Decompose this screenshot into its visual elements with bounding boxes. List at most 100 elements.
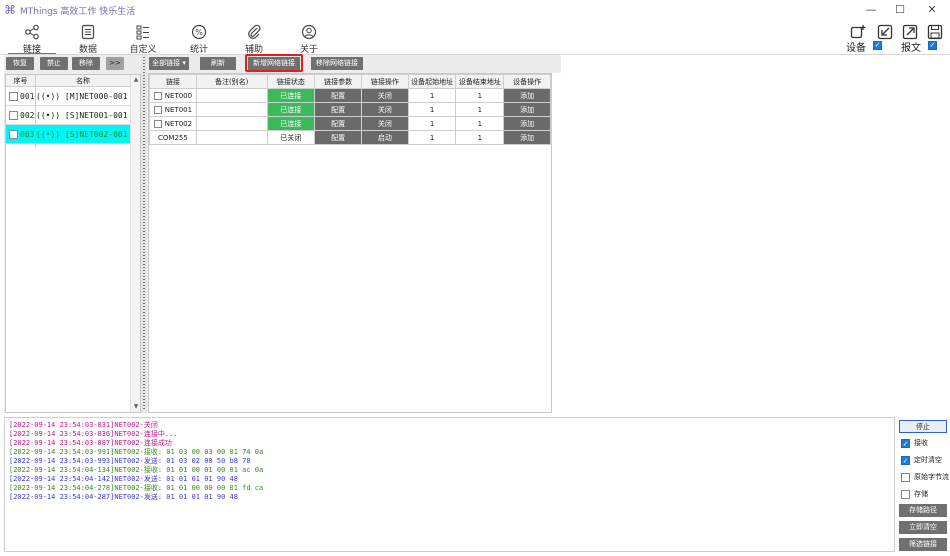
vertical-scrollbar[interactable]: ▲ ▼ (130, 75, 140, 412)
list-item[interactable]: 001 ((•)) [M]NET000-001 (6, 87, 130, 106)
splitter-grip (143, 57, 145, 411)
stop-button[interactable]: 停止 (899, 420, 947, 433)
note-cell[interactable] (195, 88, 268, 103)
row-checkbox[interactable] (153, 91, 162, 100)
link-cell[interactable]: NET002 (149, 116, 197, 131)
all-links-label: 全部链接 (152, 59, 181, 67)
tab-custom[interactable]: 自定义 (117, 24, 169, 55)
refresh-button[interactable]: 刷新 (200, 57, 236, 70)
log-line: [2022-09-14 23:54:04-142]NET002-发送: 01 0… (9, 475, 238, 483)
end-address-cell[interactable]: 1 (455, 88, 505, 103)
remove-network-link-button[interactable]: 移除网络链接 (311, 57, 363, 70)
all-links-dropdown[interactable]: 全部链接 ▾ (149, 57, 189, 70)
store-label: 存储 (914, 490, 928, 498)
config-button[interactable]: 配置 (314, 116, 362, 131)
save-icon[interactable] (927, 24, 943, 40)
note-cell[interactable] (195, 130, 268, 145)
timed-clear-checkbox[interactable]: ✓ 定时清空 (899, 454, 947, 466)
close-button[interactable]: ✕ (917, 0, 947, 20)
message-log[interactable]: [2022-09-14 23:54:03-831]NET002-关闭 [2022… (4, 417, 895, 552)
maximize-button[interactable]: ☐ (885, 0, 915, 20)
link-cell[interactable]: COM255 (149, 130, 197, 145)
link-table-panel: 全部链接 ▾ 刷新 新增网络链接 移除网络链接 链接 备注(别名) 链接状态 链… (147, 54, 561, 413)
config-button[interactable]: 配置 (314, 102, 362, 117)
add-device-button[interactable]: 添加 (503, 116, 551, 131)
tab-link[interactable]: 链接 (6, 24, 58, 55)
col-name-header: 名称 (76, 77, 90, 85)
close-link-button[interactable]: 关闭 (360, 88, 409, 103)
config-button[interactable]: 配置 (314, 88, 362, 103)
tab-stats[interactable]: % 统计 (173, 24, 225, 55)
message-toggle-label: 报文 (901, 43, 921, 54)
store-path-button[interactable]: 存储路径 (899, 504, 947, 517)
row-index: 001 (20, 92, 35, 101)
note-cell[interactable] (195, 102, 268, 117)
device-list-panel: 恢复 禁止 移除 >> 序号 名称 001 ((•)) [M]NET000-00… (4, 55, 141, 413)
config-button[interactable]: 配置 (314, 130, 362, 145)
tab-about[interactable]: 关于 (283, 24, 335, 55)
start-address-cell[interactable]: 1 (407, 102, 457, 117)
svg-text:%: % (195, 28, 203, 37)
ribbon: 链接 数据 自定义 % 统计 辅助 关于 (0, 20, 950, 55)
row-checkbox[interactable] (9, 130, 18, 139)
restore-button[interactable]: 恢复 (6, 57, 34, 70)
log-line: [2022-09-14 23:54:03-831]NET002-关闭 (9, 421, 158, 429)
col-end-header: 设备结束地址 (455, 74, 505, 89)
link-cell[interactable]: NET000 (149, 88, 197, 103)
clear-now-button[interactable]: 立即清空 (899, 521, 947, 534)
start-address-cell[interactable]: 1 (407, 88, 457, 103)
add-device-button[interactable]: 添加 (503, 88, 551, 103)
start-link-button[interactable]: 启动 (360, 130, 409, 145)
link-cell[interactable]: NET001 (149, 102, 197, 117)
start-address-cell[interactable]: 1 (407, 130, 457, 145)
start-address-cell[interactable]: 1 (407, 116, 457, 131)
list-item[interactable]: 002 ((•)) [S]NET001-001 (6, 106, 130, 125)
table-row[interactable]: NET001 已连接 配置 关闭 1 1 添加 (149, 102, 551, 117)
device-toggle-checkbox[interactable]: ✓ (873, 41, 882, 50)
link-table: 链接 备注(别名) 链接状态 链接参数 链接操作 设备起始地址 设备结束地址 设… (148, 73, 552, 413)
message-toggle-checkbox[interactable]: ✓ (928, 41, 937, 50)
log-line: [2022-09-14 23:54:04-278]NET002-接收: 01 0… (9, 484, 264, 492)
add-device-button[interactable]: 添加 (503, 102, 551, 117)
remove-button[interactable]: 移除 (72, 57, 100, 70)
import-icon[interactable] (877, 24, 893, 40)
row-checkbox[interactable] (9, 92, 18, 101)
receive-checkbox[interactable]: ✓ 接收 (899, 437, 947, 449)
disable-button[interactable]: 禁止 (40, 57, 68, 70)
scroll-up-icon[interactable]: ▲ (131, 75, 141, 85)
log-line: [2022-09-14 23:54:03-991]NET002-接收: 01 0… (9, 448, 264, 456)
log-controls: 停止 ✓ 接收 ✓ 定时清空 原始字节流 存储 存储路径 立即清空 筛选链接 (897, 417, 950, 552)
minimize-button[interactable]: — (856, 0, 886, 20)
list-item-selected[interactable]: 003 ((•)) [S]NET002-001 (6, 125, 130, 144)
tab-assist[interactable]: 辅助 (228, 24, 280, 55)
new-window-icon[interactable] (850, 24, 866, 40)
table-row[interactable]: COM255 已关闭 配置 启动 1 1 添加 (149, 130, 551, 145)
row-checkbox[interactable] (153, 119, 162, 128)
filter-link-button[interactable]: 筛选链接 (899, 538, 947, 551)
paperclip-icon (248, 24, 261, 39)
close-link-button[interactable]: 关闭 (360, 116, 409, 131)
table-row[interactable]: NET002 已连接 配置 关闭 1 1 添加 (149, 116, 551, 131)
row-name: ((•)) [M]NET000-001 (36, 92, 128, 101)
link-name: NET001 (164, 105, 193, 114)
note-cell[interactable] (195, 116, 268, 131)
scroll-down-icon[interactable]: ▼ (131, 402, 141, 412)
row-checkbox[interactable] (153, 105, 162, 114)
store-checkbox[interactable]: 存储 (899, 488, 947, 500)
export-icon[interactable] (902, 24, 918, 40)
end-address-cell[interactable]: 1 (455, 130, 505, 145)
close-link-button[interactable]: 关闭 (360, 102, 409, 117)
end-address-cell[interactable]: 1 (455, 102, 505, 117)
add-device-button[interactable]: 添加 (503, 130, 551, 145)
status-cell: 已关闭 (266, 130, 316, 145)
raw-bytes-checkbox[interactable]: 原始字节流 (899, 471, 949, 483)
row-checkbox[interactable] (9, 111, 18, 120)
app-logo-icon: ⌘ (4, 3, 16, 17)
tab-data[interactable]: 数据 (62, 24, 114, 55)
table-row[interactable]: NET000 已连接 配置 关闭 1 1 添加 (149, 88, 551, 103)
device-list-header: 序号 名称 (6, 75, 130, 87)
end-address-cell[interactable]: 1 (455, 116, 505, 131)
status-cell: 已连接 (266, 102, 316, 117)
expand-button[interactable]: >> (106, 57, 124, 70)
empty-checkbox-icon (901, 473, 910, 482)
